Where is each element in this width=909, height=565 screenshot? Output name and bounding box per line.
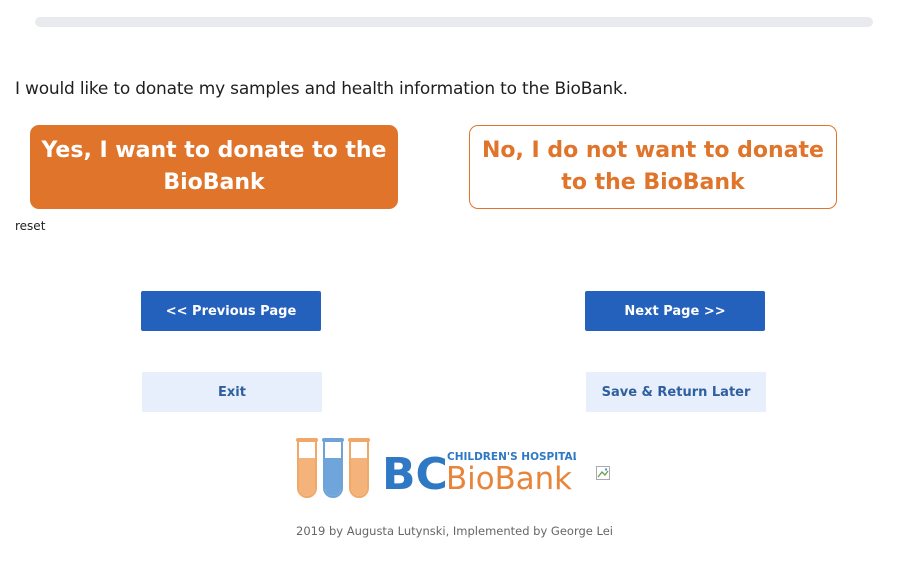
- save-return-later-button[interactable]: Save & Return Later: [586, 372, 766, 412]
- question-text: I would like to donate my samples and he…: [15, 79, 628, 99]
- progress-bar: [35, 17, 873, 27]
- no-donate-button[interactable]: No, I do not want to donate to the BioBa…: [469, 125, 837, 209]
- yes-donate-button[interactable]: Yes, I want to donate to the BioBank: [30, 125, 398, 209]
- broken-image-icon: [596, 465, 610, 480]
- next-page-button[interactable]: Next Page >>: [585, 291, 765, 331]
- previous-page-button[interactable]: << Previous Page: [141, 291, 321, 331]
- footer-credit: 2019 by Augusta Lutynski, Implemented by…: [296, 524, 613, 538]
- biobank-logo: BC CHILDREN'S HOSPITAL BioBank: [294, 436, 580, 500]
- logo-letters: BC: [382, 449, 448, 500]
- test-tubes-icon: BC CHILDREN'S HOSPITAL BioBank: [296, 438, 580, 500]
- reset-link[interactable]: reset: [15, 219, 45, 233]
- exit-button[interactable]: Exit: [142, 372, 322, 412]
- logo-name-text: BioBank: [446, 461, 572, 497]
